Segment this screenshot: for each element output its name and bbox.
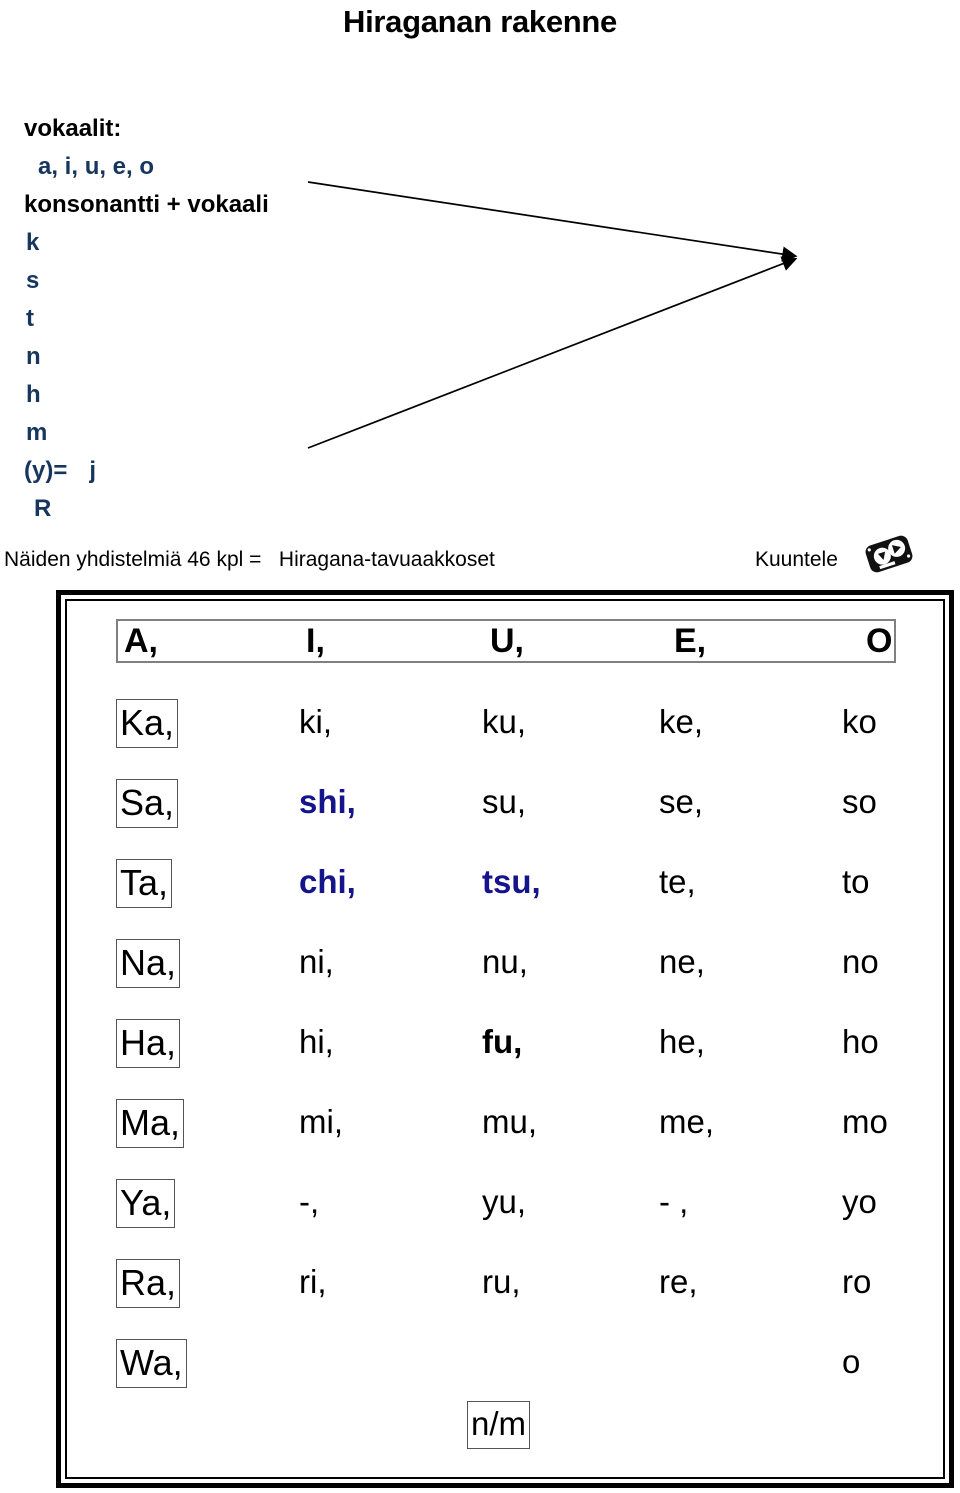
row-head-na: Na, — [116, 939, 181, 988]
column-header-o: O — [866, 622, 893, 660]
cell-chi: chi, — [299, 863, 356, 900]
table-row: Ma, mi, mu, me, mo — [67, 1097, 943, 1173]
table-row: Sa, shi, su, se, so — [67, 777, 943, 853]
consonant-t: t — [26, 305, 34, 332]
listen-label[interactable]: Kuuntele — [755, 548, 838, 572]
cell-ya-i-empty: -, — [299, 1183, 320, 1220]
cell-ru: ru, — [482, 1263, 521, 1300]
cell-n-m: n/m — [467, 1401, 531, 1449]
hiragana-table-frame: A, I, U, E, O Ka, ki, ku, ke, ko Sa, shi… — [56, 590, 954, 1488]
cell-wo: o — [842, 1343, 861, 1380]
cell-ni: ni, — [299, 943, 334, 980]
arrow-bottom — [307, 256, 798, 449]
consonant-h: h — [26, 381, 41, 408]
cell-ki: ki, — [299, 703, 332, 740]
table-row: Ra, ri, ru, re, ro — [67, 1257, 943, 1333]
consonant-m: m — [26, 419, 48, 446]
row-head-ta: Ta, — [116, 859, 173, 908]
cell-ke: ke, — [659, 703, 704, 740]
cell-he: he, — [659, 1023, 705, 1060]
column-header-e: E, — [674, 622, 707, 660]
table-row: Ha, hi, fu, he, ho — [67, 1017, 943, 1093]
cell-te: te, — [659, 863, 696, 900]
consonant-s: s — [26, 267, 40, 294]
cell-re: re, — [659, 1263, 698, 1300]
cell-ku: ku, — [482, 703, 527, 740]
row-head-wa: Wa, — [116, 1339, 187, 1388]
cell-yo: yo — [842, 1183, 877, 1220]
cell-nu: nu, — [482, 943, 528, 980]
row-head-ka: Ka, — [116, 699, 179, 748]
cell-fu: fu, — [482, 1023, 523, 1060]
cell-no: no — [842, 943, 879, 980]
cell-to: to — [842, 863, 870, 900]
cell-ko: ko — [842, 703, 877, 740]
cell-ho: ho — [842, 1023, 879, 1060]
cell-mo: mo — [842, 1103, 888, 1140]
cell-yu: yu, — [482, 1183, 527, 1220]
cell-tsu: tsu, — [482, 863, 541, 900]
cell-se: se, — [659, 783, 704, 820]
consonant-vowel-label: konsonantti + vokaali — [24, 191, 269, 218]
cell-ya-e-empty: - , — [659, 1183, 689, 1220]
cell-ne: ne, — [659, 943, 705, 980]
cell-ri: ri, — [299, 1263, 327, 1300]
row-head-ya: Ya, — [116, 1179, 176, 1228]
y-equals-label: (y)= — [24, 457, 68, 484]
cell-hi: hi, — [299, 1023, 334, 1060]
cell-mu: mu, — [482, 1103, 538, 1140]
hiragana-table: A, I, U, E, O Ka, ki, ku, ke, ko Sa, shi… — [65, 599, 945, 1479]
consonant-y-line: (y)= j — [24, 452, 324, 490]
cassette-audio-icon[interactable] — [858, 528, 920, 580]
column-header-u: U, — [490, 622, 524, 660]
row-head-ma: Ma, — [116, 1099, 185, 1148]
vowels-label: vokaalit: — [24, 115, 122, 142]
table-row: Ya, -, yu, - , yo — [67, 1177, 943, 1253]
row-head-sa: Sa, — [116, 779, 179, 828]
cell-shi: shi, — [299, 783, 356, 820]
consonant-j: j — [89, 457, 97, 484]
structure-explainer: vokaalit: a, i, u, e, o konsonantti + vo… — [24, 110, 324, 528]
table-header-row: A, I, U, E, O — [116, 619, 896, 663]
table-row: Na, ni, nu, ne, no — [67, 937, 943, 1013]
column-header-a: A, — [124, 622, 158, 660]
cell-so: so — [842, 783, 877, 820]
vowels-list: a, i, u, e, o — [38, 153, 155, 180]
table-row: Ta, chi, tsu, te, to — [67, 857, 943, 933]
cell-su: su, — [482, 783, 527, 820]
table-row: Ka, ki, ku, ke, ko — [67, 697, 943, 773]
consonant-k: k — [26, 229, 40, 256]
cell-mi: mi, — [299, 1103, 343, 1140]
cell-me: me, — [659, 1103, 715, 1140]
page-title: Hiraganan rakenne — [342, 4, 617, 39]
caption-row: Näiden yhdistelmiä 46 kpl = Hiragana-tav… — [0, 535, 960, 584]
row-head-ra: Ra, — [116, 1259, 181, 1308]
consonant-r: R — [34, 495, 52, 522]
consonant-n: n — [26, 343, 41, 370]
cell-ro: ro — [842, 1263, 872, 1300]
row-head-ha: Ha, — [116, 1019, 181, 1068]
combination-count-text: Näiden yhdistelmiä 46 kpl = Hiragana-tav… — [4, 548, 495, 571]
arrow-top — [307, 181, 798, 262]
column-header-i: I, — [306, 622, 325, 660]
